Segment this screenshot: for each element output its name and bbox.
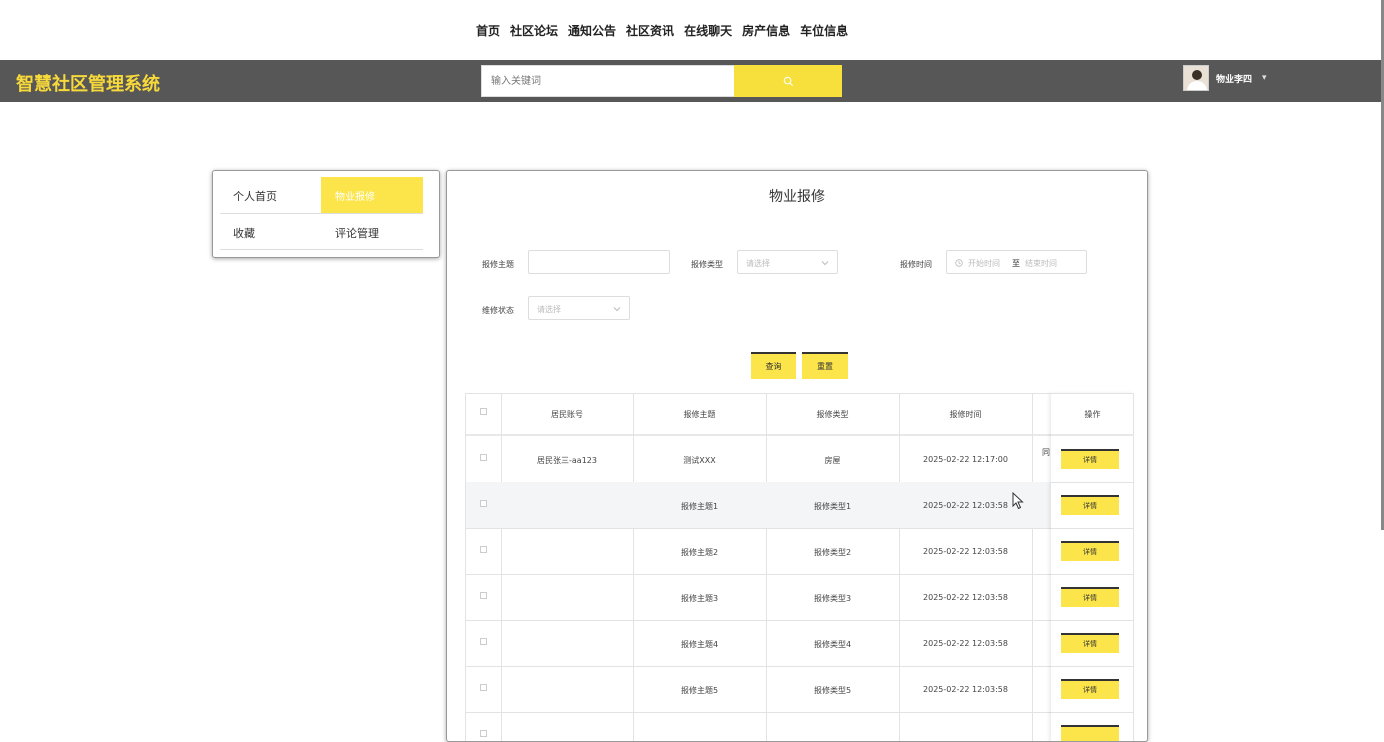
menu-item-favorites[interactable]: 收藏 [233,225,255,241]
nav-link-notice[interactable]: 通知公告 [568,22,616,39]
column-header-time: 报修时间 [949,410,982,419]
menu-item-comments[interactable]: 评论管理 [335,225,379,241]
time-range-picker[interactable]: 开始时间 至 结束时间 [946,250,1087,274]
top-nav: 首页 社区论坛 通知公告 社区资讯 在线聊天 房产信息 车位信息 [0,0,1384,60]
row-divider [1051,482,1134,483]
cell-time: 2025-02-22 12:03:58 [923,593,1008,602]
query-button[interactable]: 查询 [751,352,796,379]
user-name: 物业李四 [1216,74,1253,85]
row-checkbox[interactable] [480,684,487,691]
menu-item-repair[interactable]: 物业报修 [321,177,423,213]
type-select-placeholder: 请选择 [746,259,770,268]
menu-item-profile[interactable]: 个人首页 [233,188,277,204]
cell-time: 2025-02-22 12:17:00 [923,455,1008,464]
nav-link-news[interactable]: 社区资讯 [626,22,674,39]
status-select[interactable]: 请选择 [528,296,630,320]
side-menu: 个人首页 物业报修 收藏 评论管理 [212,170,440,258]
site-brand[interactable]: 智慧社区管理系统 [16,70,160,96]
row-checkbox[interactable] [480,592,487,599]
search-input[interactable] [481,65,735,97]
cell-account: 居民张三-aa123 [537,456,597,465]
nav-link-chat[interactable]: 在线聊天 [684,22,732,39]
row-checkbox[interactable] [480,500,487,507]
detail-button[interactable]: 详情 [1061,449,1119,469]
cell-time: 2025-02-22 12:03:58 [923,547,1008,556]
mouse-cursor-icon [1012,492,1024,510]
menu-item-repair-label: 物业报修 [335,192,375,203]
time-label: 报修时间 [900,260,932,269]
range-separator: 至 [1012,259,1020,268]
cell-type: 房屋 [824,456,841,465]
search-button[interactable] [734,65,842,97]
page-title: 物业报修 [769,189,825,205]
row-checkbox[interactable] [480,454,487,461]
column-header-subject: 报修主题 [683,410,716,419]
row-checkbox[interactable] [480,546,487,553]
clock-icon [955,259,963,267]
operation-column: 操作 详情 详情 详情 详情 详情 详情 [1051,393,1134,741]
chevron-down-icon: ▾ [1262,73,1267,83]
row-checkbox[interactable] [480,730,487,737]
type-select[interactable]: 请选择 [737,250,838,274]
nav-link-property[interactable]: 房产信息 [742,22,790,39]
cell-type: 报修类型3 [813,594,852,603]
reset-button[interactable]: 重置 [802,352,848,379]
subject-input[interactable] [528,250,670,274]
detail-button[interactable]: 详情 [1061,587,1119,607]
nav-link-parking[interactable]: 车位信息 [800,22,848,39]
detail-button[interactable]: 详情 [1061,541,1119,561]
menu-divider [220,249,423,250]
detail-button[interactable]: 详情 [1061,633,1119,653]
status-select-placeholder: 请选择 [537,305,561,314]
type-label: 报修类型 [691,260,723,269]
cell-time: 2025-02-22 12:03:58 [923,685,1008,694]
subject-label: 报修主题 [482,260,514,269]
row-divider [465,712,1134,713]
cell-subject: 报修主题1 [680,502,719,511]
row-checkbox[interactable] [480,638,487,645]
user-menu[interactable]: 物业李四 ▾ [1183,65,1267,91]
column-header-account: 居民账号 [551,410,583,419]
cell-subject: 报修主题4 [680,640,719,649]
cell-subject: 测试XXX [683,456,716,465]
cell-type: 报修类型1 [813,502,852,511]
menu-divider [220,213,423,214]
row-divider [1051,574,1134,575]
end-time-placeholder: 结束时间 [1025,259,1057,268]
detail-button[interactable]: 详情 [1061,679,1119,699]
search-icon [783,76,793,86]
cell-type: 报修类型4 [813,640,852,649]
row-divider [1051,528,1134,529]
header-bar: 智慧社区管理系统 物业李四 ▾ [0,60,1384,102]
row-divider [1051,620,1134,621]
detail-button[interactable]: 详情 [1061,495,1119,515]
cell-type: 报修类型2 [813,548,852,557]
cell-time: 2025-02-22 12:03:58 [923,639,1008,648]
repair-panel: 物业报修 报修主题 报修类型 请选择 报修时间 开始时间 至 结束时间 维修状态… [446,170,1148,742]
cell-subject: 报修主题5 [680,686,719,695]
column-header-type: 报修类型 [816,410,849,419]
top-nav-links: 首页 社区论坛 通知公告 社区资讯 在线聊天 房产信息 车位信息 [476,22,848,39]
nav-link-forum[interactable]: 社区论坛 [510,22,558,39]
nav-link-home[interactable]: 首页 [476,22,500,39]
cell-type: 报修类型5 [813,686,852,695]
cell-subject: 报修主题2 [680,548,719,557]
cell-subject: 报修主题3 [680,594,719,603]
avatar [1183,65,1209,91]
search-bar [481,65,842,97]
start-time-placeholder: 开始时间 [968,259,1000,268]
chevron-down-icon [613,307,621,312]
status-label: 维修状态 [482,306,514,315]
column-header-operation: 操作 [1084,410,1101,419]
chevron-down-icon [821,261,829,266]
select-all-checkbox[interactable] [480,408,487,415]
row-divider [1051,712,1134,713]
row-divider [1051,666,1134,667]
